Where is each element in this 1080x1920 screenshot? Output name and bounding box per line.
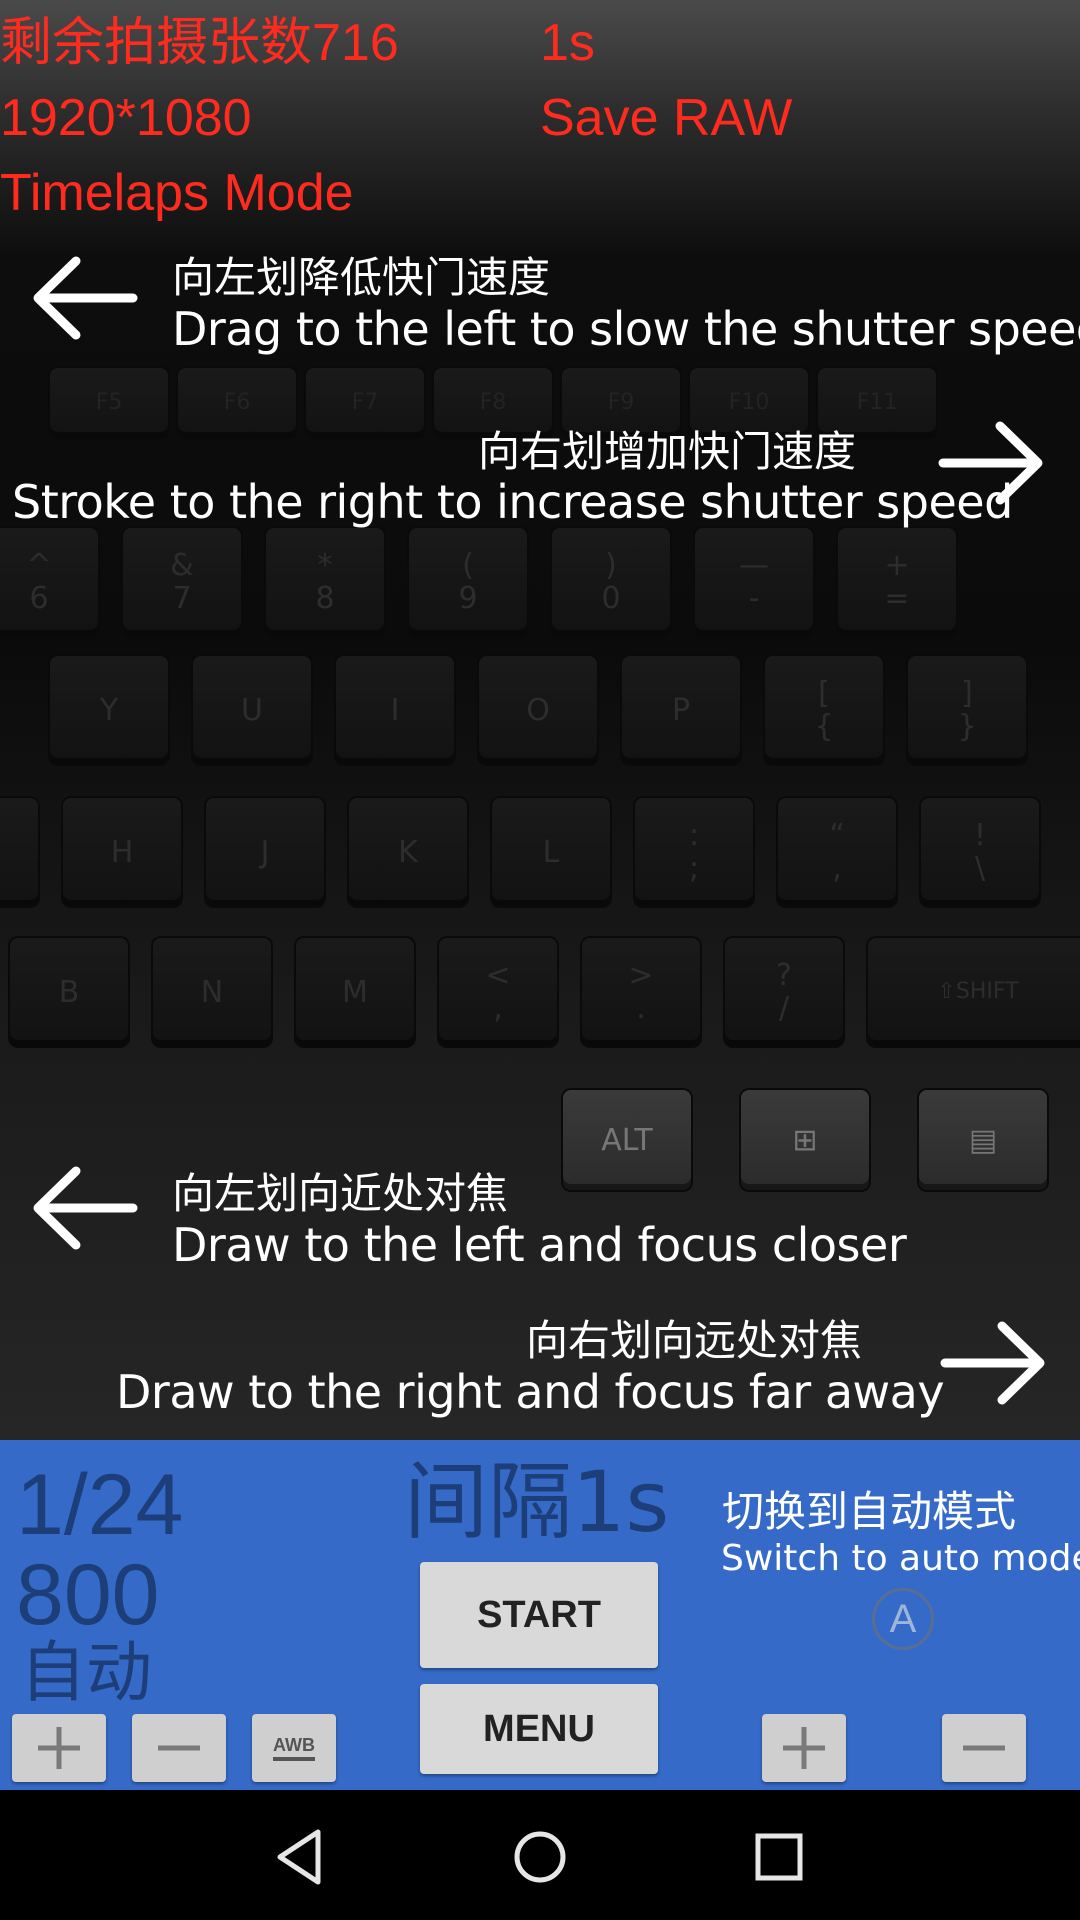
- fast-shutter-hint-zh: 向右划增加快门速度: [478, 427, 857, 476]
- preview-key: “ ,: [778, 798, 896, 906]
- preview-key: M: [296, 938, 414, 1046]
- preview-key: F5: [50, 368, 168, 438]
- minus-icon: [963, 1745, 1005, 1751]
- focus-far-hint-en: Draw to the right and focus far away: [116, 1365, 945, 1419]
- focus-mode-value[interactable]: 自动: [20, 1640, 152, 1706]
- preview-key: : ;: [635, 798, 753, 906]
- preview-key: O: [479, 656, 597, 764]
- focus-far-hint-zh: 向右划向远处对焦: [526, 1316, 863, 1365]
- preview-key: ) 0: [552, 528, 670, 636]
- preview-key: ALT: [563, 1090, 691, 1190]
- slow-shutter-hint-en: Drag to the left to slow the shutter spe…: [172, 302, 1080, 356]
- increase-button[interactable]: [12, 1714, 106, 1782]
- preview-key: P: [622, 656, 740, 764]
- decrease-button[interactable]: [132, 1714, 226, 1782]
- plus-icon: [783, 1727, 825, 1769]
- preview-key: B: [10, 938, 128, 1046]
- right-arrow-icon: [938, 421, 1043, 505]
- preview-key: — -: [695, 528, 813, 636]
- system-navigation-bar: [0, 1790, 1080, 1920]
- auto-mode-icon[interactable]: A: [872, 1588, 934, 1650]
- preview-key: < ,: [439, 938, 557, 1046]
- switch-auto-label-en[interactable]: Switch to auto mode: [721, 1538, 1080, 1579]
- back-triangle-icon[interactable]: [266, 1822, 336, 1892]
- switch-auto-label-zh[interactable]: 切换到自动模式: [722, 1478, 1016, 1539]
- preview-key: G: [0, 798, 38, 906]
- resolution-label: 1920*1080: [0, 89, 252, 147]
- control-panel: 1/24 800 自动 间隔1s START MENU 切换到自动模式 Swit…: [0, 1440, 1080, 1790]
- home-circle-icon[interactable]: [505, 1822, 575, 1892]
- preview-key: ! \: [921, 798, 1039, 906]
- right-arrow-icon: [940, 1321, 1045, 1405]
- preview-key: ^ 6: [0, 528, 98, 636]
- focus-near-hint-zh: 向左划向近处对焦: [172, 1169, 509, 1218]
- preview-key: ⇧SHIFT: [868, 938, 1080, 1046]
- plus-icon: [38, 1727, 80, 1769]
- remaining-shots-label: 剩余拍摄张数716: [0, 14, 399, 72]
- save-format-label: Save RAW: [540, 89, 793, 147]
- preview-key: & 7: [123, 528, 241, 636]
- preview-key: * 8: [266, 528, 384, 636]
- preview-key: H: [63, 798, 181, 906]
- preview-key: N: [153, 938, 271, 1046]
- preview-key: ( 9: [409, 528, 527, 636]
- iso-value[interactable]: 800: [16, 1552, 160, 1638]
- increase-button-right[interactable]: [762, 1714, 846, 1782]
- preview-key: F7: [306, 368, 424, 438]
- slow-shutter-hint-zh: 向左划降低快门速度: [172, 253, 551, 302]
- preview-key: K: [349, 798, 467, 906]
- shutter-speed-value[interactable]: 1/24: [16, 1462, 183, 1548]
- recents-square-icon[interactable]: [744, 1822, 814, 1892]
- interval-value[interactable]: 间隔1s: [404, 1460, 669, 1544]
- left-arrow-icon: [33, 256, 138, 340]
- preview-key: ⊞: [741, 1090, 869, 1190]
- preview-key: U: [193, 656, 311, 764]
- preview-key: ▤: [919, 1090, 1047, 1190]
- start-button[interactable]: START: [420, 1562, 658, 1668]
- preview-key: > .: [582, 938, 700, 1046]
- preview-key: ? /: [725, 938, 843, 1046]
- preview-key: + =: [838, 528, 956, 636]
- mode-label: Timelaps Mode: [0, 164, 354, 222]
- decrease-button-right[interactable]: [942, 1714, 1026, 1782]
- focus-near-hint-en: Draw to the left and focus closer: [172, 1218, 907, 1272]
- left-arrow-icon: [33, 1166, 138, 1250]
- awb-icon: AWB: [273, 1735, 315, 1761]
- preview-key: F6: [178, 368, 296, 438]
- preview-key: ] }: [908, 656, 1026, 764]
- awb-button[interactable]: AWB: [252, 1714, 336, 1782]
- preview-key: Y: [50, 656, 168, 764]
- exposure-time-label: 1s: [540, 14, 595, 72]
- preview-key: L: [492, 798, 610, 906]
- menu-button[interactable]: MENU: [420, 1684, 658, 1774]
- minus-icon: [158, 1745, 200, 1751]
- fast-shutter-hint-en: Stroke to the right to increase shutter …: [12, 475, 1013, 529]
- preview-key: [ {: [765, 656, 883, 764]
- preview-key: J: [206, 798, 324, 906]
- preview-key: I: [336, 656, 454, 764]
